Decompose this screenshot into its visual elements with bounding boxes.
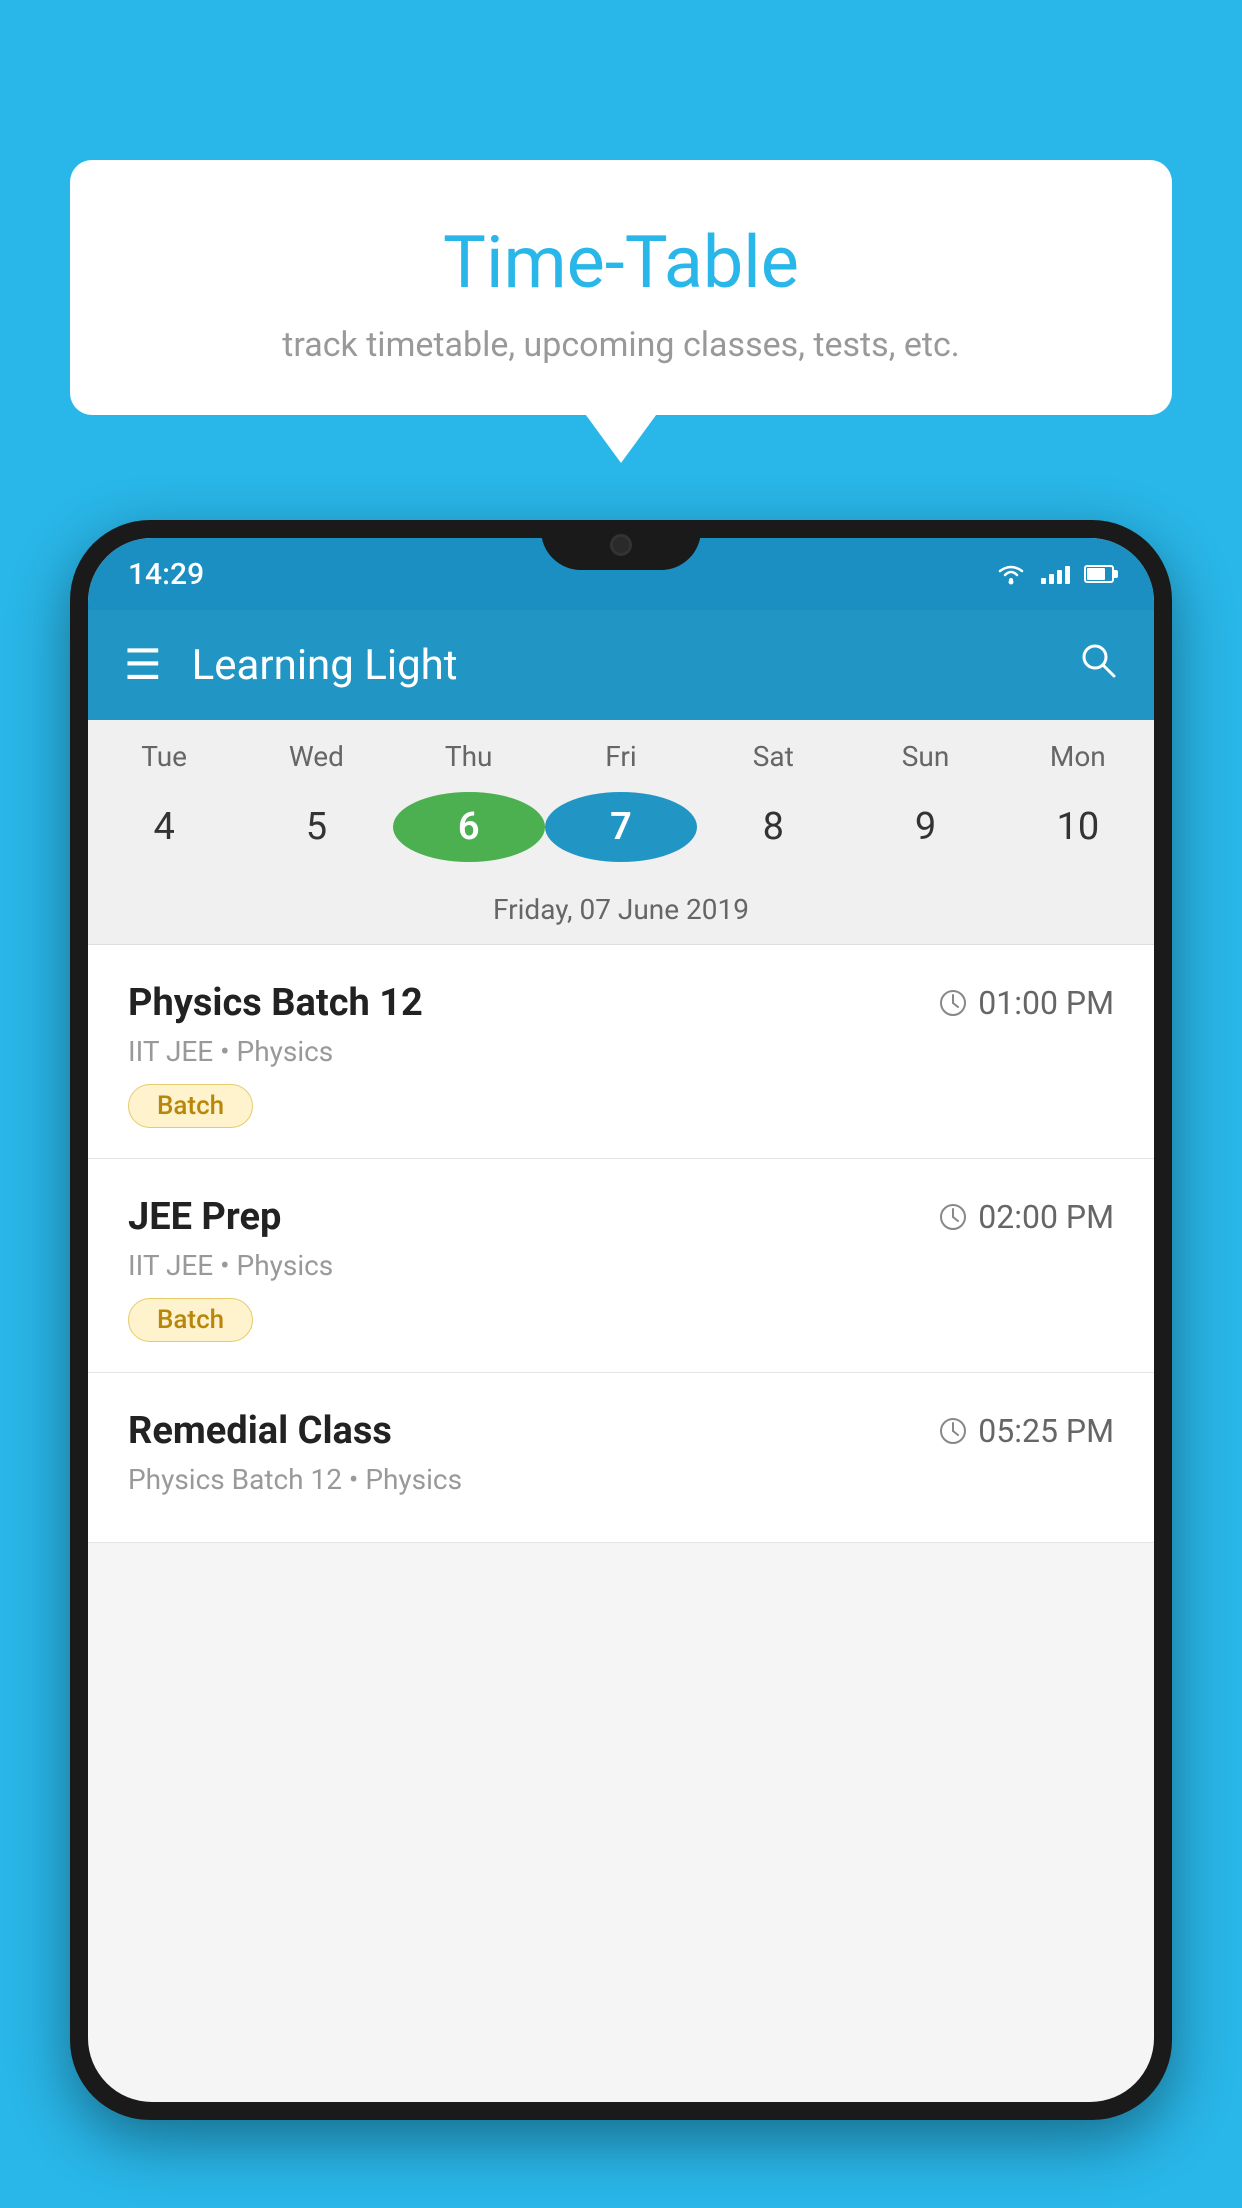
schedule-item-1-time: 01:00 PM [938,984,1114,1022]
day-5-wrap[interactable]: 5 [240,787,392,867]
day-header-sun: Sun [849,740,1001,773]
schedule-item-3-sub: Physics Batch 12 • Physics [128,1463,1114,1496]
app-bar: ☰ Learning Light [88,610,1154,720]
speech-bubble-subtitle: track timetable, upcoming classes, tests… [130,325,1112,365]
schedule-item-2-time: 02:00 PM [938,1198,1114,1236]
day-5: 5 [240,805,392,849]
day-6-today: 6 [393,792,545,862]
schedule-list: Physics Batch 12 01:00 PM IIT JEE • Phys… [88,945,1154,1543]
schedule-item-1-batch-tag: Batch [128,1084,253,1128]
search-icon[interactable] [1078,640,1118,690]
schedule-item-1-header: Physics Batch 12 01:00 PM [128,981,1114,1025]
day-7-wrap[interactable]: 7 [545,787,697,867]
day-10-wrap[interactable]: 10 [1002,787,1154,867]
battery-icon [1084,565,1114,583]
day-4: 4 [88,805,240,849]
day-9: 9 [849,805,1001,849]
schedule-item-1-sub: IIT JEE • Physics [128,1035,1114,1068]
phone-notch [541,520,701,570]
day-numbers: 4 5 6 7 8 9 [88,781,1154,885]
day-10: 10 [1002,805,1154,849]
hamburger-icon[interactable]: ☰ [124,640,162,690]
day-8: 8 [697,805,849,849]
signal-bars-icon [1041,564,1070,584]
wifi-icon [995,562,1027,586]
day-6-wrap[interactable]: 6 [393,787,545,867]
day-9-wrap[interactable]: 9 [849,787,1001,867]
schedule-item-1[interactable]: Physics Batch 12 01:00 PM IIT JEE • Phys… [88,945,1154,1159]
date-label: Friday, 07 June 2019 [88,885,1154,945]
app-bar-title: Learning Light [192,641,1078,690]
status-icons [995,562,1114,586]
schedule-item-1-title: Physics Batch 12 [128,981,423,1025]
schedule-item-2-header: JEE Prep 02:00 PM [128,1195,1114,1239]
day-8-wrap[interactable]: 8 [697,787,849,867]
schedule-item-2-title: JEE Prep [128,1195,281,1239]
day-header-fri: Fri [545,740,697,773]
schedule-item-3-title: Remedial Class [128,1409,392,1453]
schedule-item-3[interactable]: Remedial Class 05:25 PM Physics Batch 12… [88,1373,1154,1543]
speech-bubble-container: Time-Table track timetable, upcoming cla… [70,160,1172,415]
clock-icon-1 [938,988,968,1018]
phone-container: 14:29 [70,520,1172,2208]
day-header-tue: Tue [88,740,240,773]
speech-bubble-title: Time-Table [130,220,1112,305]
status-time: 14:29 [128,557,204,592]
day-4-wrap[interactable]: 4 [88,787,240,867]
schedule-item-2-batch-tag: Batch [128,1298,253,1342]
day-header-wed: Wed [240,740,392,773]
day-headers: Tue Wed Thu Fri Sat Sun Mon [88,720,1154,781]
schedule-item-2-sub: IIT JEE • Physics [128,1249,1114,1282]
schedule-item-3-header: Remedial Class 05:25 PM [128,1409,1114,1453]
calendar-section: Tue Wed Thu Fri Sat Sun Mon 4 5 [88,720,1154,945]
notch-camera [610,534,632,556]
clock-icon-3 [938,1416,968,1446]
day-header-mon: Mon [1002,740,1154,773]
schedule-item-3-time: 05:25 PM [938,1412,1114,1450]
day-header-thu: Thu [393,740,545,773]
day-header-sat: Sat [697,740,849,773]
schedule-item-2[interactable]: JEE Prep 02:00 PM IIT JEE • Physics Batc… [88,1159,1154,1373]
phone-screen: 14:29 [88,538,1154,2102]
day-7-selected: 7 [545,792,697,862]
clock-icon-2 [938,1202,968,1232]
speech-bubble: Time-Table track timetable, upcoming cla… [70,160,1172,415]
phone-outer: 14:29 [70,520,1172,2120]
